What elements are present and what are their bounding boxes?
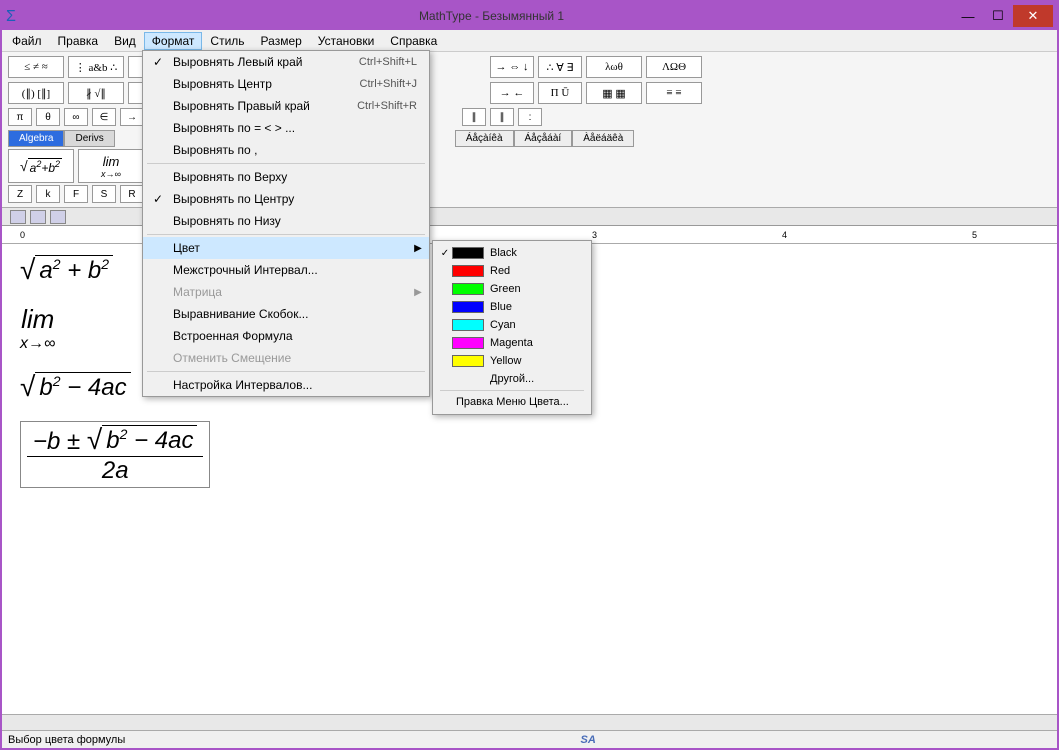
status-text: Выбор цвета формулы xyxy=(8,734,125,746)
format-item-11[interactable]: Межстрочный Интервал... xyxy=(143,259,429,281)
window-title: MathType - Безымянный 1 xyxy=(30,9,953,23)
tool-matrix[interactable]: ▦ ▦ xyxy=(586,82,642,104)
horizontal-scrollbar[interactable] xyxy=(2,714,1057,730)
color-edit-menu[interactable]: Правка Меню Цвета... xyxy=(436,393,588,411)
format-item-15: Отменить Смещение xyxy=(143,347,429,369)
close-button[interactable]: ✕ xyxy=(1013,5,1053,27)
mini-btn-2[interactable] xyxy=(30,210,46,224)
statusbar: Выбор цвета формулы SA xyxy=(2,730,1057,748)
tool-underover[interactable]: → ← xyxy=(490,82,534,104)
btn-k[interactable]: k xyxy=(36,185,60,203)
app-icon: Σ xyxy=(6,8,22,24)
titlebar: Σ MathType - Безымянный 1 — ☐ ✕ xyxy=(2,2,1057,30)
tool-slot3[interactable]: : xyxy=(518,108,542,126)
format-item-14[interactable]: Встроенная Формула xyxy=(143,325,429,347)
format-item-6[interactable]: Выровнять по Верху xyxy=(143,166,429,188)
menu-edit[interactable]: Правка xyxy=(50,32,107,50)
color-item-green[interactable]: Green xyxy=(436,280,588,298)
color-item-black[interactable]: ✓Black xyxy=(436,244,588,262)
tool-spaces[interactable]: ⋮ a&b ∴ xyxy=(68,56,124,78)
format-item-10[interactable]: Цвет▶ xyxy=(143,237,429,259)
format-item-8[interactable]: Выровнять по Низу xyxy=(143,210,429,232)
menu-preferences[interactable]: Установки xyxy=(310,32,382,50)
format-item-2[interactable]: Выровнять Правый крайCtrl+Shift+R xyxy=(143,95,429,117)
color-submenu: ✓BlackRedGreenBlueCyanMagentaYellowДруго… xyxy=(432,240,592,415)
formula-4[interactable]: −b ± √b2 − 4ac 2a xyxy=(20,421,210,488)
format-item-13[interactable]: Выравнивание Скобок... xyxy=(143,303,429,325)
color-item-cyan[interactable]: Cyan xyxy=(436,316,588,334)
menu-file[interactable]: Файл xyxy=(4,32,50,50)
tool-infinity[interactable]: ∞ xyxy=(64,108,88,126)
mini-btn-3[interactable] xyxy=(50,210,66,224)
tab-extra2[interactable]: Áåçåáàí xyxy=(514,130,573,147)
tool-boxes[interactable]: ≡ ≡ xyxy=(646,82,702,104)
svg-text:Σ: Σ xyxy=(6,8,16,24)
tab-algebra[interactable]: Algebra xyxy=(8,130,64,147)
maximize-button[interactable]: ☐ xyxy=(983,5,1013,27)
expr-sqrt[interactable]: √a2+b2 xyxy=(8,149,74,183)
format-item-1[interactable]: Выровнять ЦентрCtrl+Shift+J xyxy=(143,73,429,95)
tab-derivs[interactable]: Derivs xyxy=(64,130,114,147)
format-item-4[interactable]: Выровнять по , xyxy=(143,139,429,161)
status-center: SA xyxy=(125,734,1051,746)
tool-slot2[interactable]: ∥ xyxy=(490,108,514,126)
tab-extra1[interactable]: Áåçàíêà xyxy=(455,130,514,147)
menu-format[interactable]: Формат xyxy=(144,32,203,50)
expr-lim[interactable]: limx→∞ xyxy=(78,149,144,183)
btn-S[interactable]: S xyxy=(92,185,116,203)
tool-greek-upper[interactable]: ΛΩΘ xyxy=(646,56,702,78)
tool-frac[interactable]: ∦ √∥ xyxy=(68,82,124,104)
menu-help[interactable]: Справка xyxy=(382,32,445,50)
menubar: Файл Правка Вид Формат Стиль Размер Уста… xyxy=(2,30,1057,52)
format-item-0[interactable]: ✓Выровнять Левый крайCtrl+Shift+L xyxy=(143,51,429,73)
tool-arrows[interactable]: → ⇔ ↓ xyxy=(490,56,534,78)
menu-size[interactable]: Размер xyxy=(253,32,310,50)
format-item-3[interactable]: Выровнять по = < > ... xyxy=(143,117,429,139)
color-item-red[interactable]: Red xyxy=(436,262,588,280)
format-item-7[interactable]: ✓Выровнять по Центру xyxy=(143,188,429,210)
color-item-blue[interactable]: Blue xyxy=(436,298,588,316)
format-dropdown: ✓Выровнять Левый крайCtrl+Shift+LВыровня… xyxy=(142,50,430,397)
tool-elementof[interactable]: ∈ xyxy=(92,108,116,126)
tool-relations[interactable]: ≤ ≠ ≈ xyxy=(8,56,64,78)
tool-theta[interactable]: θ xyxy=(36,108,60,126)
btn-R[interactable]: R xyxy=(120,185,144,203)
color-other[interactable]: Другой... xyxy=(436,370,588,388)
tool-product[interactable]: Π Ū xyxy=(538,82,582,104)
btn-Z[interactable]: Z xyxy=(8,185,32,203)
tab-extra3[interactable]: Àåëáäêà xyxy=(572,130,634,147)
mini-btn-1[interactable] xyxy=(10,210,26,224)
menu-view[interactable]: Вид xyxy=(106,32,144,50)
tool-pi[interactable]: π xyxy=(8,108,32,126)
format-item-12: Матрица▶ xyxy=(143,281,429,303)
menu-style[interactable]: Стиль xyxy=(202,32,252,50)
color-item-yellow[interactable]: Yellow xyxy=(436,352,588,370)
color-item-magenta[interactable]: Magenta xyxy=(436,334,588,352)
tool-slot1[interactable]: ∥ xyxy=(462,108,486,126)
tool-fences[interactable]: (∥) [∥] xyxy=(8,82,64,104)
btn-F[interactable]: F xyxy=(64,185,88,203)
format-item-17[interactable]: Настройка Интервалов... xyxy=(143,374,429,396)
minimize-button[interactable]: — xyxy=(953,5,983,27)
tool-arrow[interactable]: → xyxy=(120,108,144,126)
tool-greek-lower[interactable]: λωθ xyxy=(586,56,642,78)
tool-logic[interactable]: ∴ ∀ ∃ xyxy=(538,56,582,78)
